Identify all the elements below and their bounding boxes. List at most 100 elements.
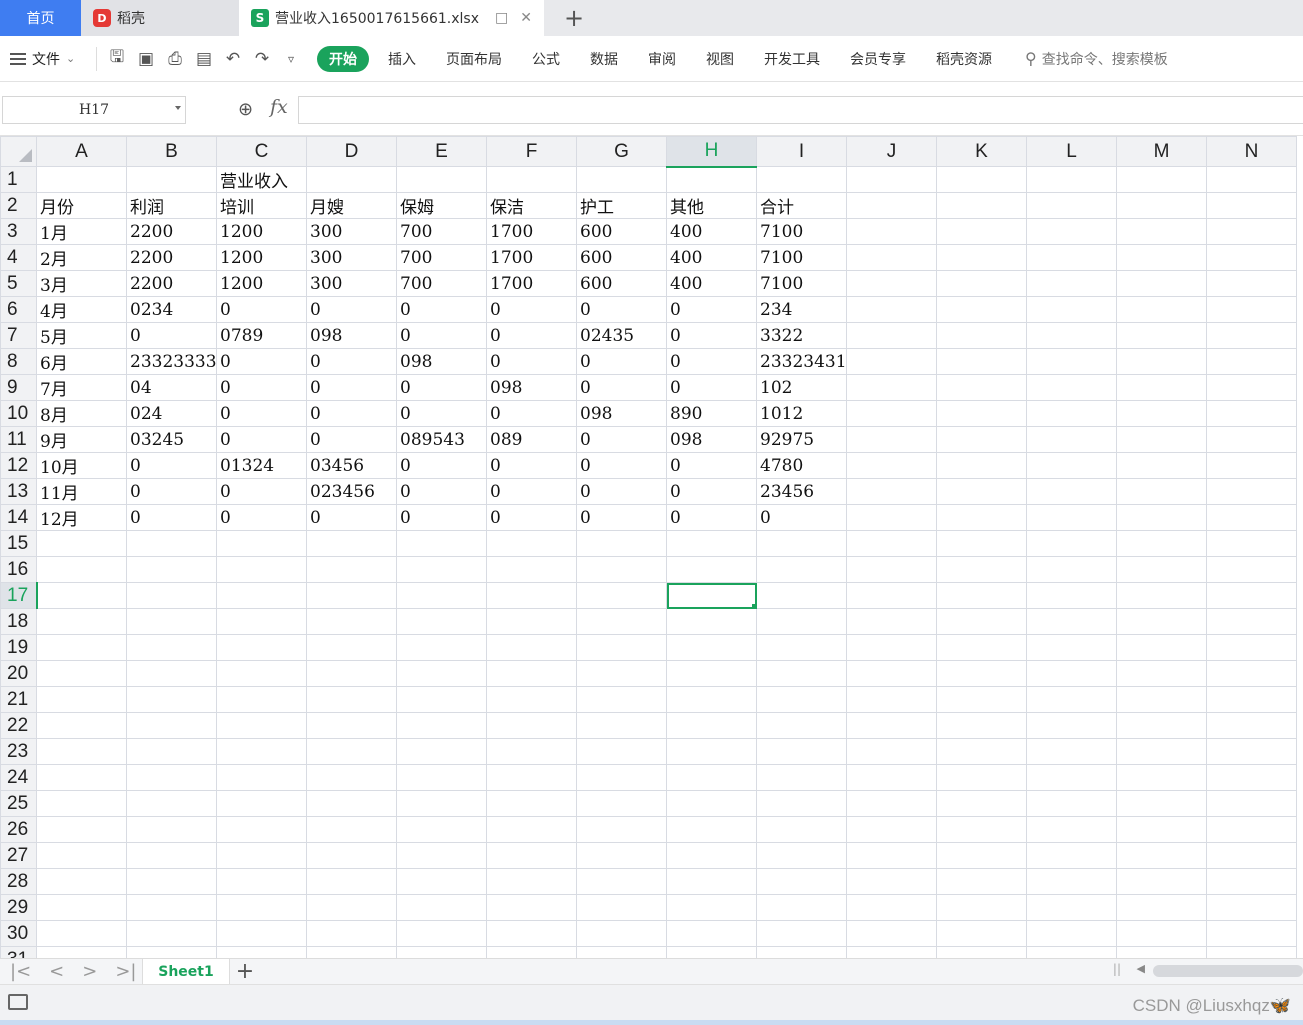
column-header-d[interactable]: D: [306, 136, 397, 167]
cell-h4[interactable]: 400: [666, 244, 757, 271]
cell-a21[interactable]: [36, 686, 127, 713]
cell-h19[interactable]: [666, 634, 757, 661]
cell-d29[interactable]: [306, 894, 397, 921]
cell-j30[interactable]: [846, 920, 937, 947]
cell-e25[interactable]: [396, 790, 487, 817]
cell-h2[interactable]: 其他: [666, 192, 757, 219]
cell-d22[interactable]: [306, 712, 397, 739]
cell-i22[interactable]: [756, 712, 847, 739]
column-header-l[interactable]: L: [1026, 136, 1117, 167]
customize-dropdown-icon[interactable]: ▿: [281, 49, 301, 69]
cell-e31[interactable]: [396, 946, 487, 958]
command-search[interactable]: ⚲ 查找命令、搜索模板: [1025, 49, 1168, 69]
cell-j23[interactable]: [846, 738, 937, 765]
cell-m22[interactable]: [1116, 712, 1207, 739]
cell-b5[interactable]: 2200: [126, 270, 217, 297]
row-header[interactable]: 1: [0, 166, 37, 193]
cell-n14[interactable]: [1206, 504, 1297, 531]
menu-home[interactable]: 开始: [317, 45, 369, 72]
cell-b19[interactable]: [126, 634, 217, 661]
cell-l14[interactable]: [1026, 504, 1117, 531]
menu-insert[interactable]: 插入: [373, 46, 431, 72]
cell-f19[interactable]: [486, 634, 577, 661]
cell-a27[interactable]: [36, 842, 127, 869]
cell-n2[interactable]: [1206, 192, 1297, 219]
cell-g30[interactable]: [576, 920, 667, 947]
scroll-splitter-icon[interactable]: ||: [1113, 962, 1121, 976]
cell-l20[interactable]: [1026, 660, 1117, 687]
column-header-h[interactable]: H: [666, 136, 757, 168]
cell-b28[interactable]: [126, 868, 217, 895]
cell-g12[interactable]: 0: [576, 452, 667, 479]
cell-c21[interactable]: [216, 686, 307, 713]
cell-n15[interactable]: [1206, 530, 1297, 557]
cell-g7[interactable]: 02435: [576, 322, 667, 349]
cell-b14[interactable]: 0: [126, 504, 217, 531]
cell-n8[interactable]: [1206, 348, 1297, 375]
cell-l3[interactable]: [1026, 218, 1117, 245]
column-header-e[interactable]: E: [396, 136, 487, 167]
cell-c24[interactable]: [216, 764, 307, 791]
cell-g15[interactable]: [576, 530, 667, 557]
cell-h10[interactable]: 890: [666, 400, 757, 427]
cell-h21[interactable]: [666, 686, 757, 713]
row-header[interactable]: 30: [0, 920, 37, 947]
cell-l8[interactable]: [1026, 348, 1117, 375]
cell-m21[interactable]: [1116, 686, 1207, 713]
cell-n23[interactable]: [1206, 738, 1297, 765]
cell-e16[interactable]: [396, 556, 487, 583]
cell-h17[interactable]: [666, 582, 757, 609]
cell-h16[interactable]: [666, 556, 757, 583]
cell-k5[interactable]: [936, 270, 1027, 297]
cell-k16[interactable]: [936, 556, 1027, 583]
cell-d30[interactable]: [306, 920, 397, 947]
cell-b30[interactable]: [126, 920, 217, 947]
cell-b23[interactable]: [126, 738, 217, 765]
print-preview-icon[interactable]: ▤: [194, 49, 214, 69]
cell-c9[interactable]: 0: [216, 374, 307, 401]
cell-g18[interactable]: [576, 608, 667, 635]
cell-n22[interactable]: [1206, 712, 1297, 739]
cell-d19[interactable]: [306, 634, 397, 661]
cell-i11[interactable]: 92975: [756, 426, 847, 453]
cell-a1[interactable]: [36, 166, 127, 193]
cell-d28[interactable]: [306, 868, 397, 895]
cell-d4[interactable]: 300: [306, 244, 397, 271]
add-sheet-button[interactable]: +: [230, 959, 260, 984]
zoom-search-icon[interactable]: ⊕: [238, 99, 260, 121]
cell-i7[interactable]: 3322: [756, 322, 847, 349]
cell-c13[interactable]: 0: [216, 478, 307, 505]
cell-g9[interactable]: 0: [576, 374, 667, 401]
cell-n17[interactable]: [1206, 582, 1297, 609]
cell-n27[interactable]: [1206, 842, 1297, 869]
cell-d13[interactable]: 023456: [306, 478, 397, 505]
cell-b2[interactable]: 利润: [126, 192, 217, 219]
cell-h1[interactable]: [666, 166, 757, 193]
cell-c23[interactable]: [216, 738, 307, 765]
cell-h12[interactable]: 0: [666, 452, 757, 479]
cell-i8[interactable]: 23323431: [756, 348, 847, 375]
cell-a5[interactable]: 3月: [36, 270, 127, 297]
cell-b24[interactable]: [126, 764, 217, 791]
cell-f10[interactable]: 0: [486, 400, 577, 427]
cell-h23[interactable]: [666, 738, 757, 765]
cell-k2[interactable]: [936, 192, 1027, 219]
cell-m2[interactable]: [1116, 192, 1207, 219]
row-header[interactable]: 23: [0, 738, 37, 765]
menu-review[interactable]: 审阅: [633, 46, 691, 72]
cell-i1[interactable]: [756, 166, 847, 193]
cell-d11[interactable]: 0: [306, 426, 397, 453]
close-icon[interactable]: ✕: [520, 10, 532, 26]
cell-j22[interactable]: [846, 712, 937, 739]
cell-l10[interactable]: [1026, 400, 1117, 427]
cell-l25[interactable]: [1026, 790, 1117, 817]
cell-n21[interactable]: [1206, 686, 1297, 713]
cell-e14[interactable]: 0: [396, 504, 487, 531]
scroll-left-icon[interactable]: ◀: [1137, 962, 1145, 975]
cell-a30[interactable]: [36, 920, 127, 947]
cell-c30[interactable]: [216, 920, 307, 947]
cell-i17[interactable]: [756, 582, 847, 609]
cell-i28[interactable]: [756, 868, 847, 895]
cell-d17[interactable]: [306, 582, 397, 609]
cell-h13[interactable]: 0: [666, 478, 757, 505]
